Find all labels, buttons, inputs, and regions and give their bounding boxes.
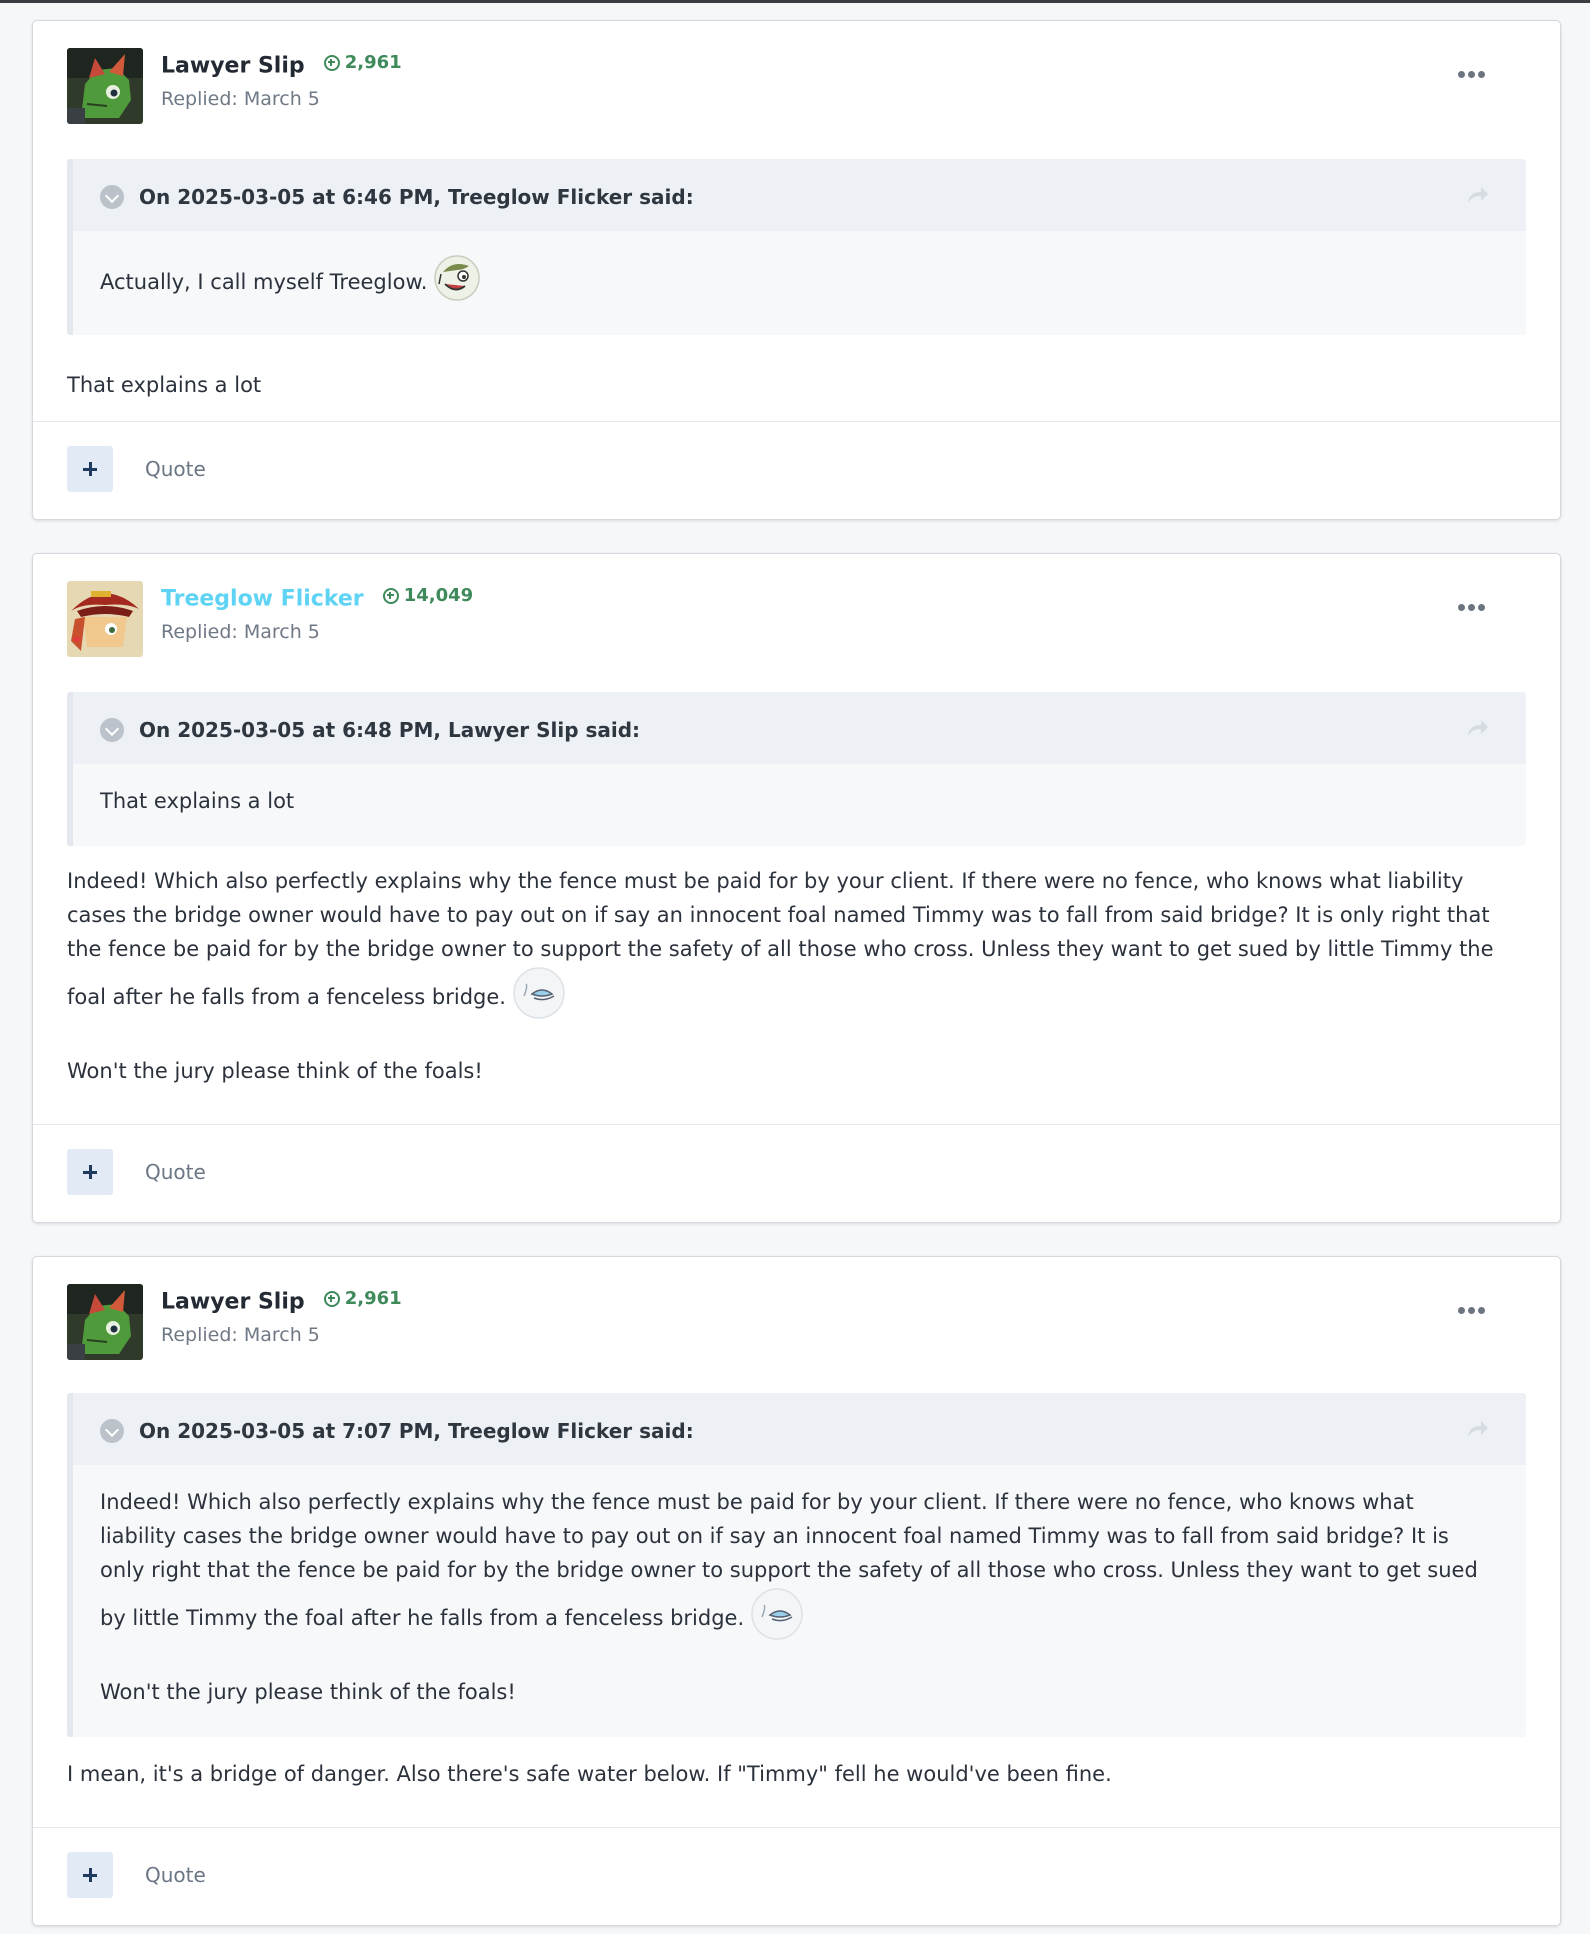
avatar[interactable] <box>67 1284 143 1360</box>
ellipsis-icon <box>1458 71 1465 78</box>
chevron-down-circle-icon[interactable] <box>100 718 124 742</box>
top-border <box>0 0 1590 3</box>
author-name[interactable]: Lawyer Slip <box>161 54 305 79</box>
divider <box>33 421 1560 422</box>
more-options-button[interactable] <box>1458 601 1488 615</box>
post-content: That explains a lot <box>67 368 1526 402</box>
post-header: Treeglow Flicker 14,049 Replied: March 5 <box>67 581 1526 657</box>
reputation-badge[interactable]: 2,961 <box>323 52 402 73</box>
quoted-post: On 2025-03-05 at 6:46 PM, Treeglow Flick… <box>67 159 1526 335</box>
ellipsis-icon <box>1458 1307 1465 1314</box>
quote-button[interactable]: Quote <box>145 457 206 481</box>
quote-citation-text[interactable]: On 2025-03-05 at 7:07 PM, Treeglow Flick… <box>139 1419 694 1443</box>
post-header: Lawyer Slip 2,961 Replied: March 5 <box>67 1284 1526 1360</box>
reply-date[interactable]: Replied: March 5 <box>161 621 320 643</box>
reputation-count: 2,961 <box>344 52 402 73</box>
reputation-count: 14,049 <box>403 585 474 606</box>
post-content: Indeed! Which also perfectly explains wh… <box>67 864 1526 1088</box>
author-name[interactable]: Lawyer Slip <box>161 1290 305 1315</box>
ellipsis-icon <box>1458 604 1465 611</box>
react-button[interactable] <box>67 1149 113 1195</box>
plus-circle-icon <box>382 587 399 604</box>
sleepy-emoji <box>512 966 566 1030</box>
sleepy-emoji <box>750 1587 804 1651</box>
quote-body: Indeed! Which also perfectly explains wh… <box>100 1485 1496 1709</box>
divider <box>33 1124 1560 1125</box>
quote-text: That explains a lot <box>100 789 295 813</box>
quote-button[interactable]: Quote <box>145 1160 206 1184</box>
quote-citation-text[interactable]: On 2025-03-05 at 6:46 PM, Treeglow Flick… <box>139 185 694 209</box>
quote-text: Won't the jury please think of the foals… <box>100 1680 516 1704</box>
post-text: I mean, it's a bridge of danger. Also th… <box>67 1762 1112 1786</box>
post: Lawyer Slip 2,961 Replied: March 5 On 20… <box>32 1256 1561 1926</box>
post-text: Indeed! Which also perfectly explains wh… <box>67 869 1494 1009</box>
quote-body: That explains a lot <box>100 784 1496 818</box>
react-button[interactable] <box>67 1852 113 1898</box>
quote-citation: On 2025-03-05 at 6:48 PM, Lawyer Slip sa… <box>73 692 1526 764</box>
quote-button[interactable]: Quote <box>145 1863 206 1887</box>
post-header: Lawyer Slip 2,961 Replied: March 5 <box>67 48 1526 124</box>
divider <box>33 1827 1560 1828</box>
quote-body: Actually, I call myself Treeglow. <box>100 254 1496 312</box>
quote-text: Actually, I call myself Treeglow. <box>100 270 428 294</box>
chevron-down-circle-icon[interactable] <box>100 185 124 209</box>
avatar[interactable] <box>67 48 143 124</box>
reply-date[interactable]: Replied: March 5 <box>161 88 320 110</box>
plus-circle-icon <box>323 1290 340 1307</box>
react-button[interactable] <box>67 446 113 492</box>
quoted-post: On 2025-03-05 at 6:48 PM, Lawyer Slip sa… <box>67 692 1526 846</box>
post-content: I mean, it's a bridge of danger. Also th… <box>67 1757 1526 1791</box>
more-options-button[interactable] <box>1458 1304 1488 1318</box>
quote-citation-text[interactable]: On 2025-03-05 at 6:48 PM, Lawyer Slip sa… <box>139 718 640 742</box>
post: Lawyer Slip 2,961 Replied: March 5 On 20… <box>32 20 1561 520</box>
plus-circle-icon <box>323 54 340 71</box>
grinning-pony-emoji <box>433 254 481 312</box>
avatar[interactable] <box>67 581 143 657</box>
reputation-count: 2,961 <box>344 1288 402 1309</box>
quoted-post: On 2025-03-05 at 7:07 PM, Treeglow Flick… <box>67 1393 1526 1737</box>
quote-citation: On 2025-03-05 at 6:46 PM, Treeglow Flick… <box>73 159 1526 231</box>
reputation-badge[interactable]: 14,049 <box>382 585 474 606</box>
post-text: That explains a lot <box>67 373 262 397</box>
share-arrow-icon[interactable] <box>1466 718 1490 738</box>
author-name[interactable]: Treeglow Flicker <box>161 587 364 612</box>
reply-date[interactable]: Replied: March 5 <box>161 1324 320 1346</box>
reputation-badge[interactable]: 2,961 <box>323 1288 402 1309</box>
more-options-button[interactable] <box>1458 68 1488 82</box>
quote-citation: On 2025-03-05 at 7:07 PM, Treeglow Flick… <box>73 1393 1526 1465</box>
share-arrow-icon[interactable] <box>1466 1419 1490 1439</box>
share-arrow-icon[interactable] <box>1466 185 1490 205</box>
post-text: Won't the jury please think of the foals… <box>67 1059 483 1083</box>
post: Treeglow Flicker 14,049 Replied: March 5… <box>32 553 1561 1223</box>
chevron-down-circle-icon[interactable] <box>100 1419 124 1443</box>
